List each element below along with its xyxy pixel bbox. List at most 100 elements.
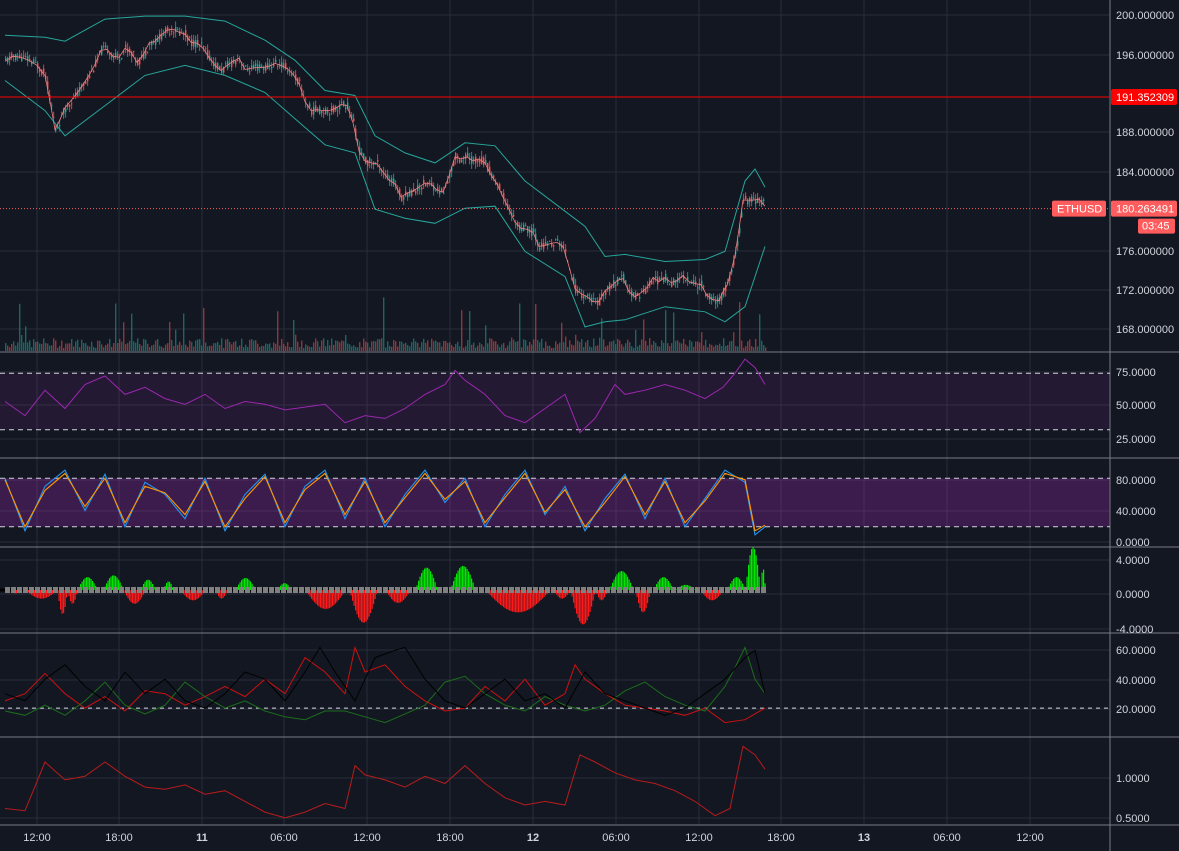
volume-bar [281, 338, 283, 351]
candle-body [123, 51, 125, 53]
momentum-zero-marker [347, 587, 352, 593]
volume-bar [581, 339, 583, 351]
volume-bar [419, 347, 421, 351]
volume-bar [219, 344, 221, 351]
volume-bar [573, 345, 575, 351]
volume-bar [659, 346, 661, 351]
momentum-bar [586, 590, 588, 621]
volume-bar [375, 341, 377, 351]
momentum-bar [588, 590, 590, 617]
y-tick-label: 188.000000 [1116, 127, 1174, 139]
volume-bar [99, 340, 101, 351]
momentum-zero-marker [371, 587, 376, 593]
volume-bar [571, 344, 573, 351]
volume-bar [753, 347, 755, 351]
candle-body [525, 225, 527, 227]
volume-bar [247, 346, 249, 351]
momentum-zero-marker [389, 587, 394, 593]
volume-bar [177, 344, 179, 351]
momentum-bar [463, 566, 465, 590]
volume-bar [155, 340, 157, 351]
volume-bar [53, 338, 55, 351]
momentum-bar [512, 590, 514, 612]
y-tick-label: 25.0000 [1116, 434, 1156, 446]
momentum-bar [583, 590, 585, 625]
momentum-bar [425, 567, 427, 590]
candle-body [177, 29, 179, 31]
volume-bar [635, 329, 637, 351]
volume-bar [45, 343, 47, 351]
chart-canvas: 200.000000 196.000000 188.000000 184.000000… [0, 0, 1179, 851]
momentum-zero-marker [761, 587, 766, 593]
candle-body [277, 65, 279, 67]
volume-bar [157, 338, 159, 351]
volume-bar [91, 341, 93, 351]
volume-bar [455, 343, 457, 351]
volume-bar [361, 347, 363, 351]
volume-bar [491, 338, 493, 351]
momentum-zero-marker [29, 587, 34, 593]
volume-bar [7, 345, 9, 351]
volume-bar [295, 334, 297, 351]
volume-bar [271, 347, 273, 351]
volume-bar [697, 341, 699, 351]
candle-body [621, 275, 623, 277]
candle-body [533, 228, 535, 233]
momentum-bar [577, 590, 579, 618]
candle-body [423, 179, 425, 184]
volume-bar [599, 337, 601, 351]
volume-bar [729, 341, 731, 351]
volume-bar [187, 346, 189, 351]
volume-bar [551, 347, 553, 351]
momentum-bar [358, 590, 360, 618]
x-tick-label: 18:00 [767, 832, 795, 844]
volume-bar [511, 337, 513, 351]
volume-bar [643, 319, 645, 351]
volume-bar [727, 345, 729, 351]
volume-bar [183, 313, 185, 351]
momentum-zero-marker [203, 587, 208, 593]
momentum-zero-marker [137, 587, 142, 593]
momentum-zero-marker [533, 587, 538, 593]
candle-body [133, 51, 135, 52]
volume-bar [749, 339, 751, 351]
volume-bar [225, 339, 227, 351]
volume-bar [435, 340, 437, 351]
momentum-zero-marker [209, 587, 214, 593]
momentum-zero-marker [701, 587, 706, 593]
momentum-zero-marker [599, 587, 604, 593]
volume-bar [317, 341, 319, 351]
volume-bar [307, 345, 309, 351]
volume-bar [575, 334, 577, 351]
volume-bar [405, 342, 407, 351]
candle-body [311, 110, 313, 115]
volume-bar [291, 347, 293, 351]
volume-bar [725, 345, 727, 351]
candle-body [293, 72, 295, 74]
volume-bar [449, 342, 451, 351]
volume-bar [747, 341, 749, 351]
volume-bar [667, 343, 669, 351]
momentum-bar [755, 555, 757, 590]
momentum-zero-marker [17, 587, 22, 593]
volume-bar [59, 345, 61, 351]
momentum-bar [466, 568, 468, 590]
volume-bar [525, 340, 527, 351]
volume-bar [243, 347, 245, 351]
volume-bar [695, 341, 697, 351]
momentum-bar [459, 568, 461, 590]
candle-body [693, 280, 695, 283]
volume-bar [467, 340, 469, 351]
volume-bar [67, 343, 69, 351]
candle-body [43, 68, 45, 74]
volume-bar [201, 345, 203, 351]
volume-bar [339, 342, 341, 351]
momentum-zero-marker [227, 587, 232, 593]
candle-body [317, 110, 319, 112]
volume-bar [29, 340, 31, 351]
volume-bar [367, 342, 369, 351]
volume-bar [23, 342, 25, 351]
volume-bar [661, 340, 663, 351]
y-tick-label: 0.5000 [1116, 813, 1150, 825]
volume-bar [235, 340, 237, 351]
